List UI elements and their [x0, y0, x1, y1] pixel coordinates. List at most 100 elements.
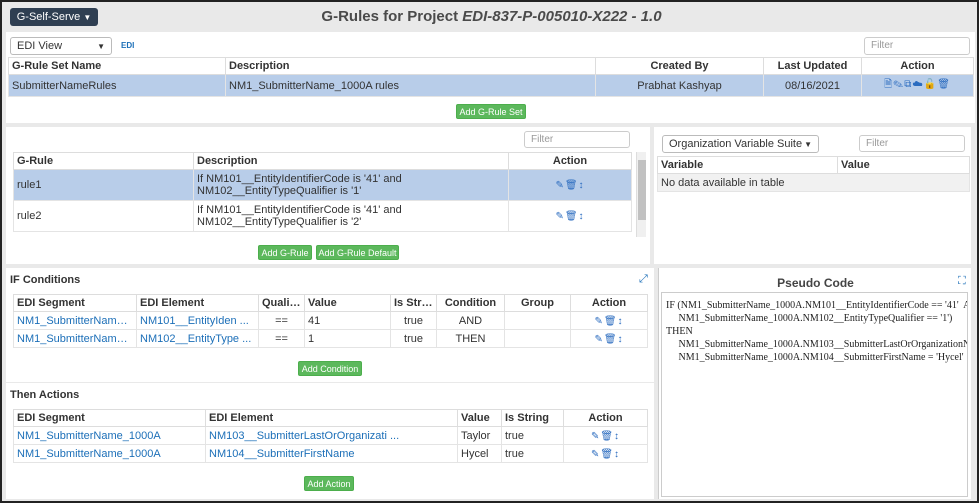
- unlock-icon[interactable]: 🔓: [924, 79, 937, 90]
- grule-description: If NM101__EntityIdentifierCode is '41' a…: [193, 200, 509, 232]
- col-header: Action: [563, 409, 648, 427]
- reorder-icon[interactable]: ↕: [614, 449, 620, 460]
- edi-view-select-value: EDI View: [17, 40, 63, 52]
- condition-value: 1: [304, 329, 391, 348]
- ruleset-filter-input[interactable]: Filter: [864, 37, 970, 55]
- reorder-icon[interactable]: ↕: [579, 211, 585, 222]
- edit-icon[interactable]: ✎: [591, 431, 600, 442]
- reorder-icon[interactable]: ↕: [618, 334, 624, 345]
- condition-operator: AND: [436, 311, 505, 330]
- upload-icon[interactable]: ☁: [912, 79, 923, 90]
- pseudo-code-panel: Pseudo Code ⛶ IF (NM1_SubmitterName_1000…: [658, 268, 971, 499]
- edit-icon[interactable]: ✎: [594, 316, 603, 327]
- table-row[interactable]: SubmitterNameRules NM1_SubmitterName_100…: [8, 74, 974, 97]
- action-segment-link[interactable]: NM1_SubmitterName_1000A: [13, 444, 206, 463]
- variables-filter-input[interactable]: Filter: [859, 135, 965, 152]
- then-actions-header-row: EDI Segment EDI Element Value Is String …: [13, 409, 648, 427]
- grule-description-line: If NM101__EntityIdentifierCode is '41' a…: [197, 173, 402, 185]
- variable-suite-select[interactable]: Organization Variable Suite ▼: [662, 135, 819, 153]
- add-action-button[interactable]: Add Action: [304, 476, 354, 491]
- edit-icon[interactable]: ✎: [594, 334, 603, 345]
- col-header[interactable]: Description: [193, 152, 509, 170]
- ruleset-created-by: Prabhat Kashyap: [595, 74, 764, 97]
- grules-table: G-Rule Description Action rule1 If NM101…: [13, 152, 632, 232]
- col-header[interactable]: G-Rule Set Name: [8, 57, 226, 75]
- caret-down-icon: ▼: [97, 42, 105, 51]
- expand-icon[interactable]: ⤢: [639, 273, 648, 286]
- if-conditions-panel: IF Conditions ⤢ EDI Segment EDI Element …: [6, 268, 654, 382]
- reorder-icon[interactable]: ↕: [614, 431, 620, 442]
- then-actions-panel: Then Actions EDI Segment EDI Element Val…: [6, 383, 654, 499]
- col-header: Is String: [501, 409, 564, 427]
- trash-icon[interactable]: 🗑: [565, 211, 579, 222]
- col-header: EDI Segment: [13, 294, 137, 312]
- action-element-link[interactable]: NM103__SubmitterLastOrOrganizati ...: [205, 426, 458, 445]
- grule-description-line: NM102__EntityTypeQualifier is '2': [197, 216, 362, 228]
- fullscreen-icon[interactable]: ⛶: [958, 275, 966, 288]
- condition-is-string: true: [390, 311, 437, 330]
- condition-group: [504, 329, 571, 348]
- col-header[interactable]: G-Rule: [13, 152, 194, 170]
- table-row[interactable]: rule1 If NM101__EntityIdentifierCode is …: [13, 169, 632, 201]
- scrollbar-thumb[interactable]: [638, 160, 646, 220]
- caret-down-icon: ▼: [804, 140, 812, 149]
- then-actions-table: EDI Segment EDI Element Value Is String …: [13, 409, 648, 463]
- add-condition-button[interactable]: Add Condition: [298, 361, 362, 376]
- ruleset-name: SubmitterNameRules: [8, 74, 226, 97]
- if-conditions-table: EDI Segment EDI Element Qualifier Value …: [13, 294, 648, 348]
- grule-description-line: If NM101__EntityIdentifierCode is '41' a…: [197, 204, 402, 216]
- trash-icon[interactable]: 🗑: [604, 334, 618, 345]
- trash-icon[interactable]: 🗑: [565, 180, 579, 191]
- col-header: Is String: [390, 294, 437, 312]
- edit-icon[interactable]: ✎: [555, 180, 564, 191]
- col-header[interactable]: Description: [225, 57, 596, 75]
- action-segment-link[interactable]: NM1_SubmitterName_1000A: [13, 426, 206, 445]
- add-grule-button[interactable]: Add G-Rule: [258, 245, 312, 260]
- action-is-string: true: [501, 444, 564, 463]
- col-header: Qualifier: [258, 294, 305, 312]
- condition-group: [504, 311, 571, 330]
- edit-icon[interactable]: ✎: [893, 79, 904, 90]
- condition-element-link[interactable]: NM101__EntityIden ...: [136, 311, 259, 330]
- ruleset-panel: EDI View ▼ EDI Filter G-Rule Set Name De…: [6, 32, 975, 123]
- edit-icon[interactable]: ✎: [591, 449, 600, 460]
- page-title-project: EDI-837-P-005010-X222 - 1.0: [462, 8, 662, 25]
- condition-actions: ✎🗑↕: [570, 329, 648, 348]
- col-header[interactable]: Last Updated: [763, 57, 862, 75]
- condition-element-link[interactable]: NM102__EntityType ...: [136, 329, 259, 348]
- action-value: Hycel: [457, 444, 502, 463]
- table-row[interactable]: rule2 If NM101__EntityIdentifierCode is …: [13, 200, 632, 232]
- table-row: NM1_SubmitterName ... NM102__EntityType …: [13, 329, 648, 348]
- col-header: Value: [304, 294, 391, 312]
- add-grule-default-button[interactable]: Add G-Rule Default: [316, 245, 399, 260]
- col-header[interactable]: Created By: [595, 57, 764, 75]
- condition-segment-link[interactable]: NM1_SubmitterName ...: [13, 311, 137, 330]
- action-element-link[interactable]: NM104__SubmitterFirstName: [205, 444, 458, 463]
- reorder-icon[interactable]: ↕: [618, 316, 624, 327]
- pseudo-code-title: Pseudo Code: [777, 276, 854, 290]
- col-header[interactable]: Variable: [657, 156, 838, 174]
- col-header: Action: [570, 294, 648, 312]
- trash-icon[interactable]: 🗑: [600, 449, 614, 460]
- reorder-icon[interactable]: ↕: [579, 180, 585, 191]
- col-header[interactable]: Value: [837, 156, 970, 174]
- grules-header-row: G-Rule Description Action: [13, 152, 632, 170]
- grule-name: rule2: [13, 200, 194, 232]
- pseudo-code-line: IF (NM1_SubmitterName_1000A.NM101__Entit…: [666, 300, 968, 311]
- trash-icon[interactable]: 🗑: [937, 79, 951, 90]
- action-value: Taylor: [457, 426, 502, 445]
- grule-actions: ✎🗑↕: [508, 200, 632, 232]
- trash-icon[interactable]: 🗑: [604, 316, 618, 327]
- then-actions-title: Then Actions: [10, 389, 80, 401]
- condition-segment-link[interactable]: NM1_SubmitterName ...: [13, 329, 137, 348]
- trash-icon[interactable]: 🗑: [600, 431, 614, 442]
- condition-qualifier: ==: [258, 311, 305, 330]
- add-rule-set-button[interactable]: Add G-Rule Set: [456, 104, 526, 119]
- page-title-prefix: G-Rules for Project: [321, 8, 463, 25]
- grules-scrollbar[interactable]: [636, 152, 646, 237]
- document-icon[interactable]: 🗎: [884, 79, 893, 90]
- col-header: EDI Element: [205, 409, 458, 427]
- edi-view-select[interactable]: EDI View ▼: [10, 37, 112, 55]
- edit-icon[interactable]: ✎: [555, 211, 564, 222]
- grules-filter-input[interactable]: Filter: [524, 131, 630, 148]
